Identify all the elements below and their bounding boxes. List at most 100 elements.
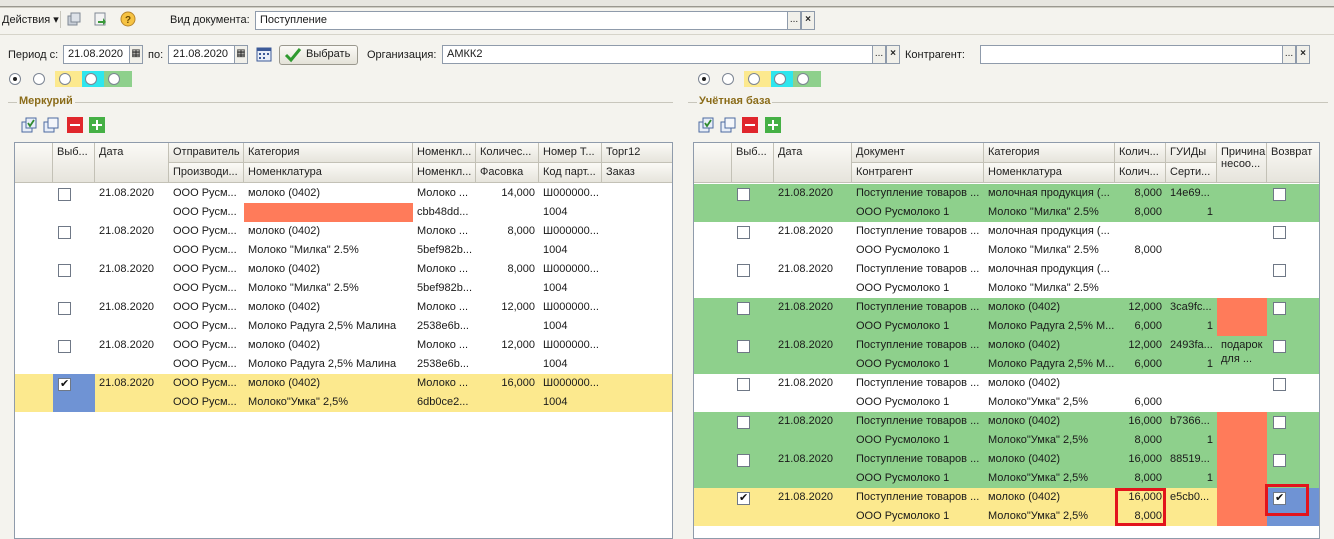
row-select-checkbox[interactable] [737, 491, 750, 505]
left-column-header[interactable]: Выб... [53, 143, 95, 183]
left-filter-cyan[interactable] [82, 71, 104, 87]
left-column-header[interactable]: Номенкл... [413, 143, 476, 163]
org-field[interactable]: АМКК2 [442, 45, 873, 64]
left-column-header[interactable]: Номер Т... [539, 143, 602, 163]
collapse-icon[interactable] [67, 117, 83, 133]
left-filter-radio-cyan[interactable] [85, 73, 97, 85]
left-filter-radio-green[interactable] [108, 73, 120, 85]
row-return-checkbox[interactable] [1273, 302, 1286, 315]
counterparty-clear-button[interactable]: × [1296, 45, 1310, 64]
right-column-header[interactable]: Дата [774, 143, 852, 183]
left-column-subheader[interactable]: Фасовка [476, 163, 539, 183]
row-return-checkbox[interactable] [1273, 378, 1286, 391]
copy-icon[interactable] [66, 11, 82, 27]
row-select-checkbox[interactable] [58, 226, 71, 239]
row-select-checkbox[interactable] [737, 454, 750, 467]
right-column-header[interactable]: Возврат [1267, 143, 1319, 183]
left-column-subheader[interactable]: Код парт... [539, 163, 602, 183]
right-column-header[interactable]: Причина несоо... [1217, 143, 1267, 183]
row-select-checkbox[interactable] [737, 302, 750, 315]
right-column-subheader[interactable]: Номенклатура [984, 163, 1115, 183]
left-column-header[interactable]: Торг12 [602, 143, 672, 163]
check-all-icon[interactable] [21, 117, 37, 133]
row-sender: ООО Русм... [173, 225, 237, 237]
right-column-header[interactable]: Документ [852, 143, 984, 163]
right-column-header[interactable]: Категория [984, 143, 1115, 163]
row-date: 21.08.2020 [99, 377, 155, 389]
doc-type-field[interactable]: Поступление [255, 11, 788, 30]
row-select-checkbox[interactable] [58, 340, 71, 353]
row-select-checkbox[interactable] [737, 226, 750, 239]
row-return-checkbox[interactable] [1273, 188, 1286, 201]
period-from-field[interactable]: 21.08.2020 [63, 45, 130, 64]
row-return-checkbox[interactable] [1273, 416, 1286, 429]
right-expand-icon[interactable] [765, 117, 781, 133]
row-return-checkbox[interactable] [1273, 264, 1286, 277]
left-column-subheader[interactable]: Производи... [169, 163, 244, 183]
right-filter-radio-yellow[interactable] [748, 73, 760, 85]
left-column-header[interactable]: Категория [244, 143, 413, 163]
row-select-checkbox[interactable] [737, 264, 750, 277]
export-icon[interactable] [92, 11, 108, 27]
row-return-checkbox[interactable] [1273, 340, 1286, 353]
left-filter-radio-none[interactable] [33, 73, 45, 85]
row-quantity-2: 8,000 [1134, 206, 1162, 218]
select-button[interactable]: Выбрать [279, 45, 358, 65]
left-filter-green[interactable] [104, 71, 132, 87]
row-select-checkbox[interactable] [58, 377, 71, 391]
org-clear-button[interactable]: × [886, 45, 900, 64]
right-column-subheader[interactable]: Контрагент [852, 163, 984, 183]
expand-icon[interactable] [89, 117, 105, 133]
row-select-checkbox[interactable] [737, 340, 750, 353]
mercury-grid[interactable]: Выб... Дата Отправитель Производи... Категор… [14, 142, 673, 539]
row-select-checkbox[interactable] [58, 264, 71, 277]
period-calendar-icon[interactable] [256, 46, 272, 62]
left-filter-radio-yellow[interactable] [59, 73, 71, 85]
row-select-checkbox[interactable] [737, 188, 750, 201]
right-filter-radio-none[interactable] [722, 73, 734, 85]
row-date: 21.08.2020 [778, 491, 834, 503]
doc-type-select-button[interactable]: ... [787, 11, 801, 30]
left-filter-yellow[interactable] [55, 71, 82, 87]
left-column-subheader[interactable]: Номенклатура [244, 163, 413, 183]
right-filter-radio-green[interactable] [797, 73, 809, 85]
left-column-subheader[interactable]: Номенкл... [413, 163, 476, 183]
row-select-checkbox[interactable] [737, 416, 750, 429]
help-icon[interactable]: ? [120, 11, 136, 27]
right-filter-yellow[interactable] [744, 71, 771, 87]
actions-menu[interactable]: Действия ▾ [2, 13, 59, 26]
right-filter-green[interactable] [793, 71, 821, 87]
right-column-header[interactable]: Колич... [1115, 143, 1166, 163]
right-filter-radio-all[interactable] [698, 73, 710, 85]
right-column-header[interactable]: Выб... [732, 143, 774, 183]
right-column-subheader[interactable]: Серти... [1166, 163, 1217, 183]
org-select-button[interactable]: ... [872, 45, 886, 64]
left-column-header[interactable]: Количес... [476, 143, 539, 163]
row-return-checkbox[interactable] [1273, 454, 1286, 467]
right-column-header[interactable]: ГУИДы [1166, 143, 1217, 163]
row-category: молоко (0402) [988, 339, 1061, 351]
left-column-header[interactable]: Отправитель [169, 143, 244, 163]
doc-type-clear-button[interactable]: × [801, 11, 815, 30]
counterparty-select-button[interactable]: ... [1282, 45, 1296, 64]
left-column-subheader[interactable]: Заказ [602, 163, 672, 183]
left-column-header[interactable]: Дата [95, 143, 169, 183]
right-uncheck-all-icon[interactable] [720, 117, 736, 133]
period-to-calendar-button[interactable]: ▦ [234, 45, 248, 64]
right-filter-cyan[interactable] [771, 71, 793, 87]
row-select-checkbox[interactable] [737, 378, 750, 391]
period-from-calendar-button[interactable]: ▦ [129, 45, 143, 64]
counterparty-field[interactable] [980, 45, 1283, 64]
right-collapse-icon[interactable] [742, 117, 758, 133]
row-return-checkbox[interactable] [1273, 226, 1286, 239]
row-select-checkbox[interactable] [58, 302, 71, 315]
right-check-all-icon[interactable] [698, 117, 714, 133]
period-to-field[interactable]: 21.08.2020 [168, 45, 235, 64]
row-select-checkbox[interactable] [58, 188, 71, 201]
left-filter-radio-all[interactable] [9, 73, 21, 85]
uncheck-all-icon[interactable] [43, 117, 59, 133]
accounting-grid[interactable]: Выб... Дата Документ Контрагент Категория Ном… [693, 142, 1320, 539]
right-filter-radio-cyan[interactable] [774, 73, 786, 85]
row-category: молочная продукция (... [988, 187, 1110, 199]
right-column-subheader[interactable]: Колич... [1115, 163, 1166, 183]
